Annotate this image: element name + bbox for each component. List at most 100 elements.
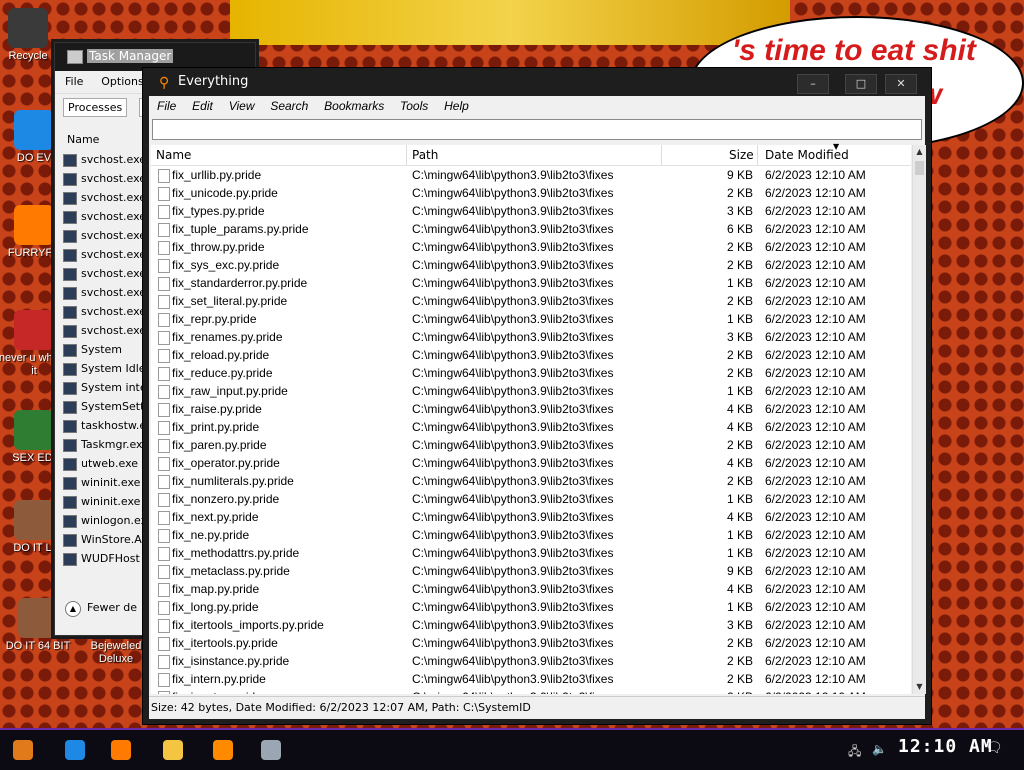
result-row[interactable]: fix_intern.py.pride C:\mingw64\lib\python… xyxy=(151,670,911,688)
result-row[interactable]: fix_nonzero.py.pride C:\mingw64\lib\pytho… xyxy=(151,490,911,508)
result-row[interactable]: fix_types.py.pride C:\mingw64\lib\python3… xyxy=(151,202,911,220)
result-date: 6/2/2023 12:10 AM xyxy=(765,636,866,650)
scroll-thumb[interactable] xyxy=(915,161,924,175)
result-row[interactable]: fix_standarderror.py.pride C:\mingw64\lib… xyxy=(151,274,911,292)
tm-column-name[interactable]: Name xyxy=(67,133,99,146)
everything-taskbar-button[interactable] xyxy=(206,735,240,765)
result-date: 6/2/2023 12:10 AM xyxy=(765,204,866,218)
task-manager-taskbar-button[interactable] xyxy=(254,735,288,765)
minimize-button[interactable]: – xyxy=(797,74,829,94)
result-name: fix_throw.py.pride xyxy=(172,240,265,254)
result-row[interactable]: fix_itertools.py.pride C:\mingw64\lib\pyt… xyxy=(151,634,911,652)
tab-processes[interactable]: Processes xyxy=(63,98,128,117)
volume-icon[interactable]: 🔈 xyxy=(872,742,887,756)
process-name: System xyxy=(81,343,123,356)
desktop-app-icon xyxy=(8,8,48,48)
file-icon xyxy=(158,673,170,687)
process-icon xyxy=(63,267,77,281)
result-row[interactable]: fix_numliterals.py.pride C:\mingw64\lib\p… xyxy=(151,472,911,490)
result-row[interactable]: fix_unicode.py.pride C:\mingw64\lib\pytho… xyxy=(151,184,911,202)
column-name[interactable]: Name xyxy=(156,148,191,162)
result-row[interactable]: fix_operator.py.pride C:\mingw64\lib\pyth… xyxy=(151,454,911,472)
result-row[interactable]: fix_reload.py.pride C:\mingw64\lib\python… xyxy=(151,346,911,364)
result-row[interactable]: fix_methodattrs.py.pride C:\mingw64\lib\p… xyxy=(151,544,911,562)
column-separator[interactable] xyxy=(661,145,662,165)
everything-titlebar[interactable]: ⚲ Everything – □ ✕ xyxy=(143,68,931,96)
result-row[interactable]: fix_sys_exc.py.pride C:\mingw64\lib\pytho… xyxy=(151,256,911,274)
notifications-icon[interactable]: 🗨 xyxy=(985,740,1003,756)
result-row[interactable]: fix_tuple_params.py.pride C:\mingw64\lib\… xyxy=(151,220,911,238)
start-button[interactable] xyxy=(6,735,40,765)
process-icon xyxy=(63,343,77,357)
chrome-taskbar-button[interactable] xyxy=(58,735,92,765)
menu-edit[interactable]: Edit xyxy=(192,99,213,113)
process-icon xyxy=(63,305,77,319)
tm-menu-file[interactable]: File xyxy=(65,75,83,88)
result-row[interactable]: fix_raise.py.pride C:\mingw64\lib\python3… xyxy=(151,400,911,418)
result-size: 2 KB xyxy=(726,294,753,308)
result-row[interactable]: fix_renames.py.pride C:\mingw64\lib\pytho… xyxy=(151,328,911,346)
result-row[interactable]: fix_input.py.pride C:\mingw64\lib\python3… xyxy=(151,688,911,694)
result-size: 2 KB xyxy=(726,438,753,452)
result-name: fix_long.py.pride xyxy=(172,600,259,614)
taskbar-clock[interactable]: 12:10 AM xyxy=(898,736,993,757)
speech-text-1: 's time to eat shit xyxy=(732,34,976,67)
menu-search[interactable]: Search xyxy=(270,99,308,113)
everything-window[interactable]: ⚲ Everything – □ ✕ File Edit View Search… xyxy=(142,67,932,725)
results-scrollbar[interactable]: ▲ ▼ xyxy=(912,145,926,694)
result-size: 1 KB xyxy=(726,600,753,614)
result-path: C:\mingw64\lib\python3.9\lib2to3\fixes xyxy=(412,600,614,614)
menu-view[interactable]: View xyxy=(229,99,255,113)
result-row[interactable]: fix_long.py.pride C:\mingw64\lib\python3.… xyxy=(151,598,911,616)
file-icon xyxy=(158,349,170,363)
result-size: 2 KB xyxy=(726,654,753,668)
firefox-taskbar-button[interactable] xyxy=(104,735,138,765)
menu-bookmarks[interactable]: Bookmarks xyxy=(324,99,384,113)
result-row[interactable]: fix_print.py.pride C:\mingw64\lib\python3… xyxy=(151,418,911,436)
result-path: C:\mingw64\lib\python3.9\lib2to3\fixes xyxy=(412,636,614,650)
fewer-details-button[interactable]: ▲ Fewer de xyxy=(65,601,137,617)
result-row[interactable]: fix_next.py.pride C:\mingw64\lib\python3.… xyxy=(151,508,911,526)
result-row[interactable]: fix_ne.py.pride C:\mingw64\lib\python3.9\… xyxy=(151,526,911,544)
process-icon xyxy=(63,191,77,205)
menu-help[interactable]: Help xyxy=(444,99,469,113)
close-button[interactable]: ✕ xyxy=(885,74,917,94)
menu-tools[interactable]: Tools xyxy=(400,99,428,113)
result-row[interactable]: fix_repr.py.pride C:\mingw64\lib\python3.… xyxy=(151,310,911,328)
result-row[interactable]: fix_map.py.pride C:\mingw64\lib\python3.9… xyxy=(151,580,911,598)
maximize-button[interactable]: □ xyxy=(845,74,877,94)
result-row[interactable]: fix_paren.py.pride C:\mingw64\lib\python3… xyxy=(151,436,911,454)
tm-menu-options[interactable]: Options xyxy=(101,75,143,88)
result-row[interactable]: fix_throw.py.pride C:\mingw64\lib\python3… xyxy=(151,238,911,256)
result-row[interactable]: fix_isinstance.py.pride C:\mingw64\lib\py… xyxy=(151,652,911,670)
process-name: svchost.exe xyxy=(81,248,147,261)
result-row[interactable]: fix_set_literal.py.pride C:\mingw64\lib\p… xyxy=(151,292,911,310)
file-explorer-taskbar-button[interactable] xyxy=(156,735,190,765)
search-input[interactable] xyxy=(152,119,922,140)
column-size[interactable]: Size xyxy=(729,148,754,162)
file-icon xyxy=(158,277,170,291)
scroll-down-icon[interactable]: ▼ xyxy=(913,680,926,694)
result-path: C:\mingw64\lib\python3.9\lib2to3\fixes xyxy=(412,258,614,272)
result-name: fix_methodattrs.py.pride xyxy=(172,546,300,560)
scroll-up-icon[interactable]: ▲ xyxy=(913,145,926,159)
result-name: fix_print.py.pride xyxy=(172,420,260,434)
network-icon[interactable]: 🖧 xyxy=(848,742,861,763)
result-row[interactable]: fix_raw_input.py.pride C:\mingw64\lib\pyt… xyxy=(151,382,911,400)
column-separator[interactable] xyxy=(406,145,407,165)
result-row[interactable]: fix_metaclass.py.pride C:\mingw64\lib\pyt… xyxy=(151,562,911,580)
result-row[interactable]: fix_urllib.py.pride C:\mingw64\lib\python… xyxy=(151,166,911,184)
file-icon xyxy=(158,691,170,694)
column-path[interactable]: Path xyxy=(412,148,438,162)
column-separator[interactable] xyxy=(757,145,758,165)
process-name: System Idle xyxy=(81,362,146,375)
menu-file[interactable]: File xyxy=(157,99,176,113)
process-name: svchost.exe xyxy=(81,153,147,166)
result-path: C:\mingw64\lib\python3.9\lib2to3\fixes xyxy=(412,186,614,200)
result-row[interactable]: fix_reduce.py.pride C:\mingw64\lib\python… xyxy=(151,364,911,382)
result-row[interactable]: fix_itertools_imports.py.pride C:\mingw64… xyxy=(151,616,911,634)
process-icon xyxy=(63,495,77,509)
result-size: 1 KB xyxy=(726,276,753,290)
task-manager-title: Task Manager xyxy=(87,49,174,63)
file-icon xyxy=(158,259,170,273)
